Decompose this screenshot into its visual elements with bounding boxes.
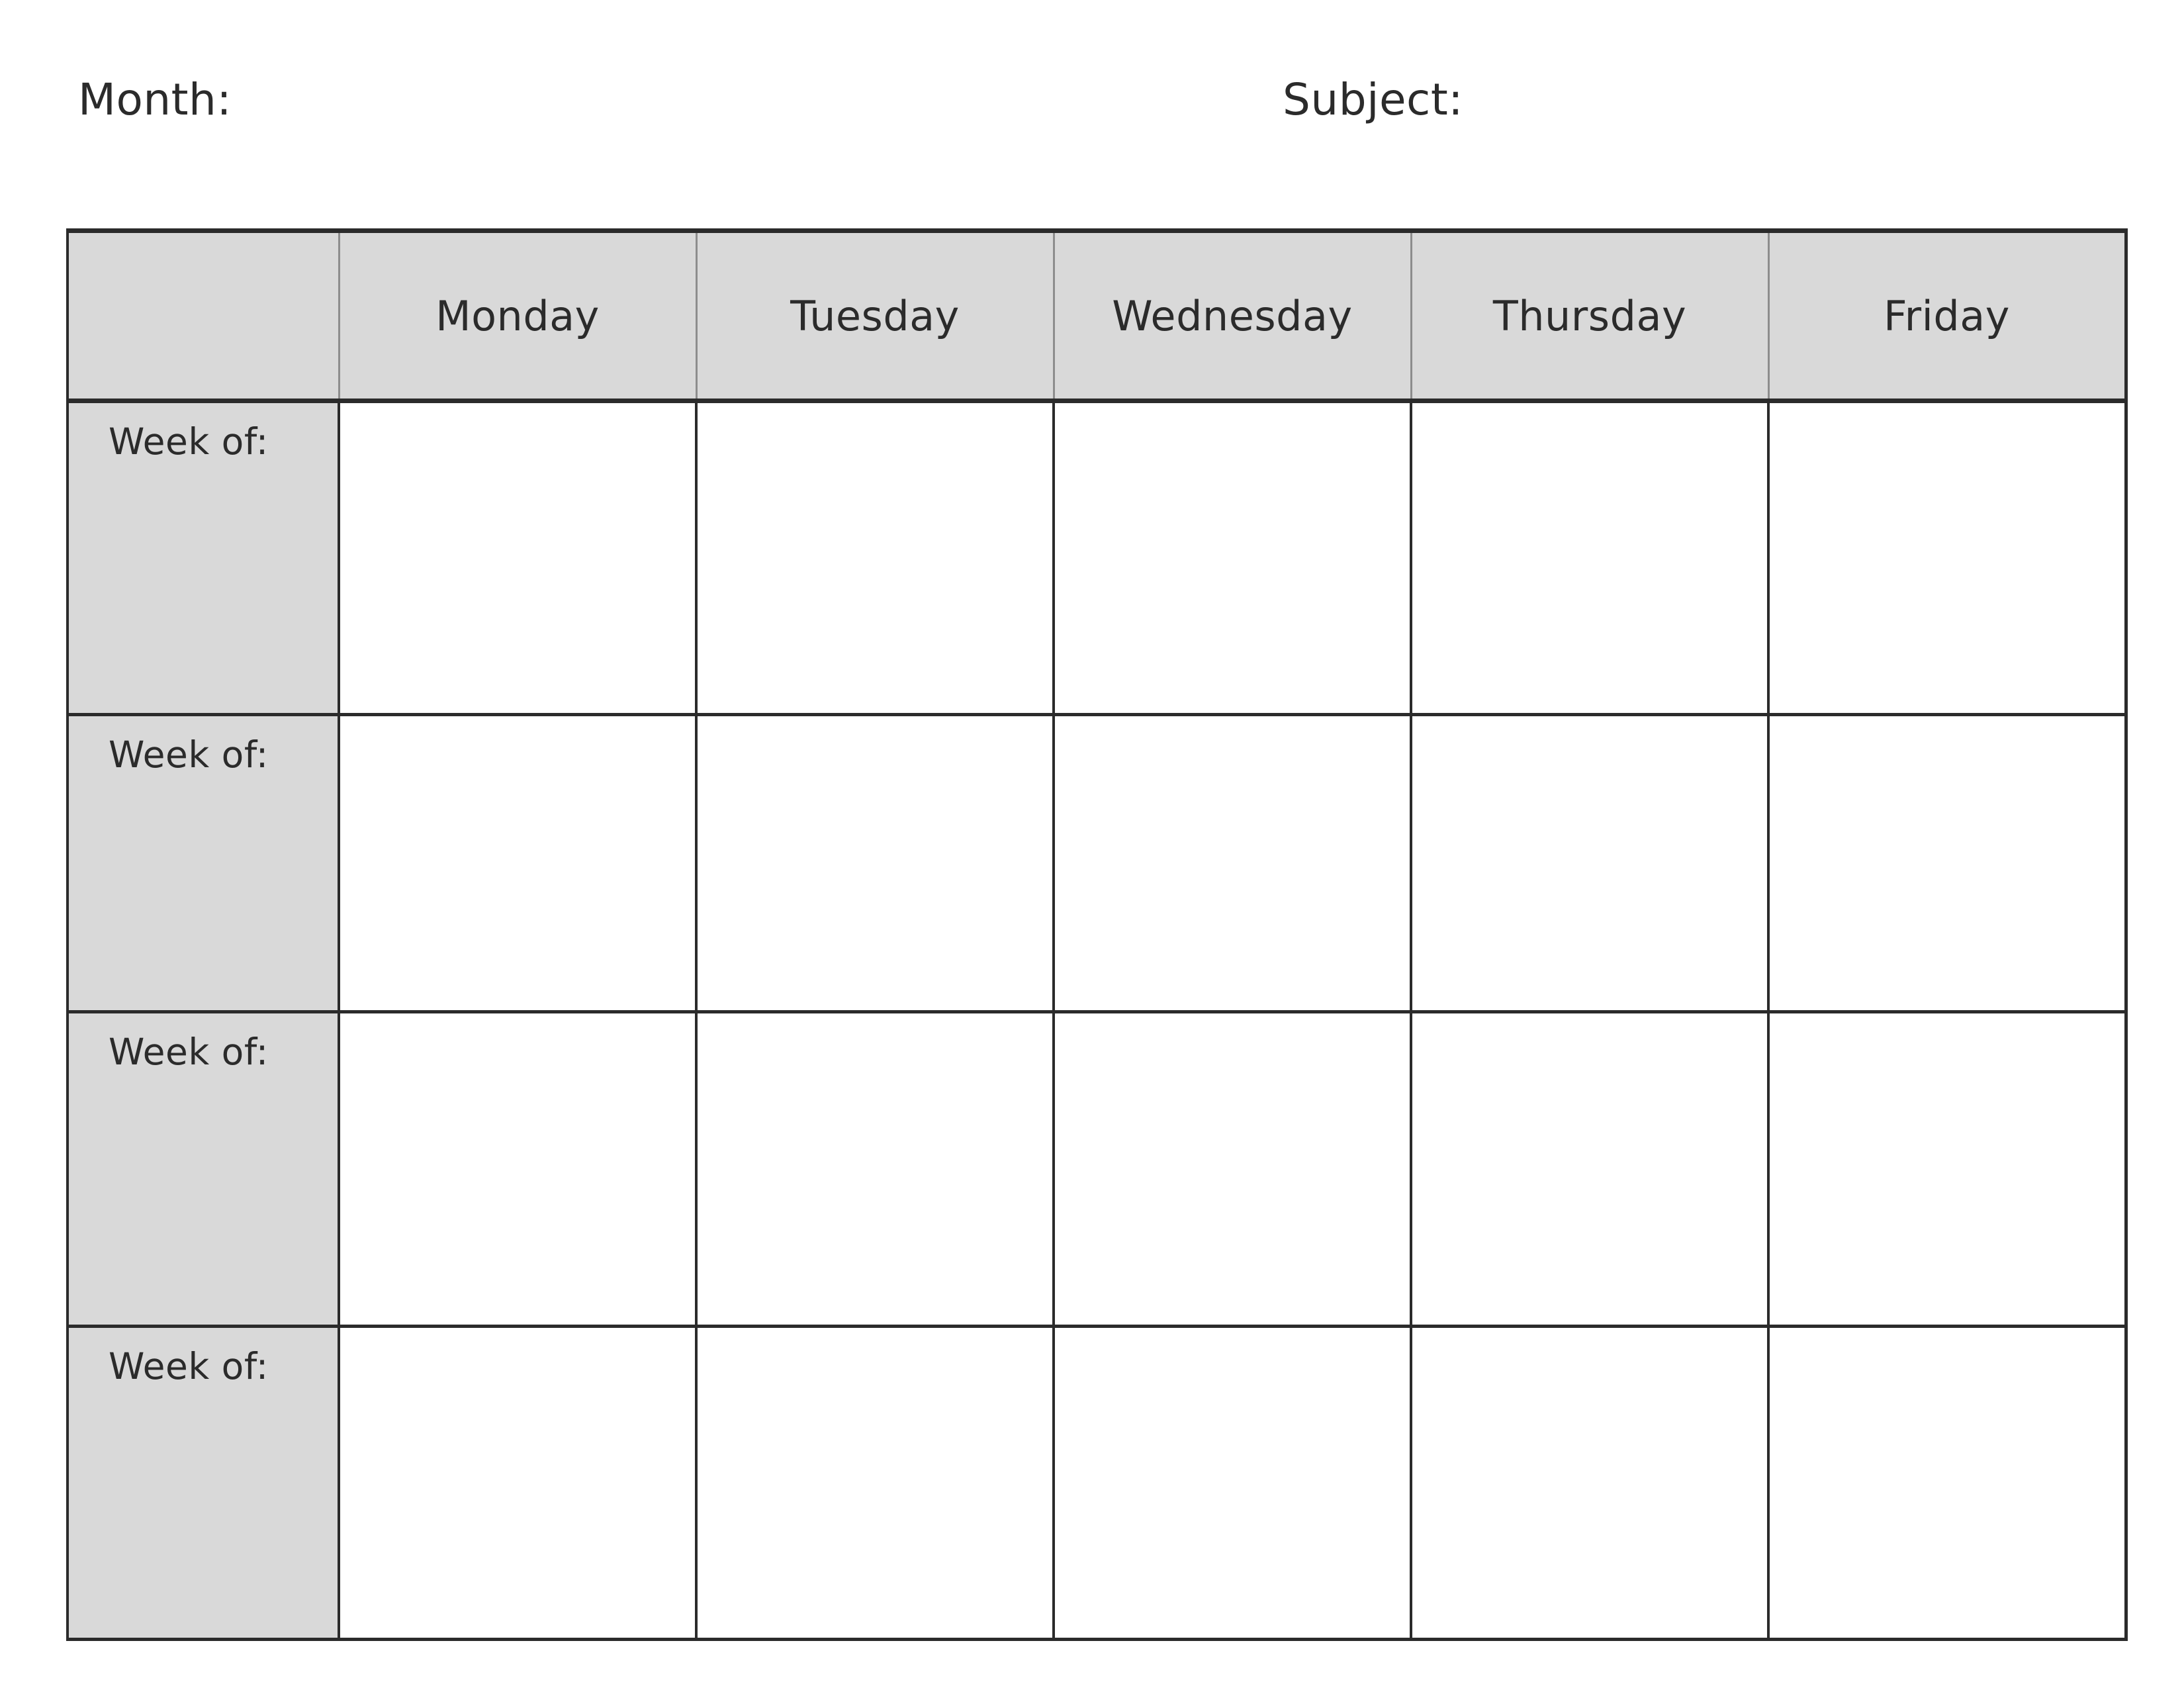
week-of-label: Week of:: [109, 1031, 269, 1073]
planner-cell-week4-wednesday[interactable]: [1052, 1326, 1411, 1641]
week-of-label: Week of:: [109, 733, 269, 776]
week-of-label: Week of:: [109, 1345, 269, 1387]
planner-cell-week1-tuesday[interactable]: [695, 400, 1054, 716]
planner-cell-week3-tuesday[interactable]: [695, 1011, 1054, 1328]
column-header-friday: Friday: [1767, 228, 2128, 403]
column-header-thursday: Thursday: [1410, 228, 1768, 403]
planner-cell-week2-friday[interactable]: [1767, 714, 2128, 1013]
planner-cell-week1-friday[interactable]: [1767, 400, 2128, 716]
week-of-label-cell-2[interactable]: Week of:: [66, 714, 340, 1013]
planner-cell-week1-monday[interactable]: [338, 400, 696, 716]
table-row: Week of:: [66, 1011, 2128, 1328]
column-header-monday: Monday: [338, 228, 696, 403]
planner-cell-week4-thursday[interactable]: [1410, 1326, 1768, 1641]
weekly-planner-table: Monday Tuesday Wednesday Thursday Friday: [66, 228, 2128, 1641]
subject-field-group: Subject: _______________________: [1283, 74, 2091, 125]
day-label-tuesday: Tuesday: [790, 291, 960, 340]
planner-cell-week4-monday[interactable]: [338, 1326, 696, 1641]
planner-cell-week4-tuesday[interactable]: [695, 1326, 1054, 1641]
table-row: Week of:: [66, 714, 2128, 1013]
column-header-wednesday: Wednesday: [1052, 228, 1411, 403]
planner-cell-week2-thursday[interactable]: [1410, 714, 1768, 1013]
day-label-thursday: Thursday: [1492, 291, 1687, 340]
planner-cell-week2-monday[interactable]: [338, 714, 696, 1013]
week-of-label-cell-3[interactable]: Week of:: [66, 1011, 340, 1328]
planner-cell-week1-wednesday[interactable]: [1052, 400, 1411, 716]
planner-cell-week2-wednesday[interactable]: [1052, 714, 1411, 1013]
header-corner-cell: [66, 228, 340, 403]
planner-cell-week3-wednesday[interactable]: [1052, 1011, 1411, 1328]
planner-cell-week1-thursday[interactable]: [1410, 400, 1768, 716]
month-field-group: Month: ________________________: [78, 74, 879, 125]
month-write-in-line[interactable]: ________________________: [244, 78, 879, 122]
week-of-label-cell-1[interactable]: Week of:: [66, 400, 340, 716]
planner-cell-week3-friday[interactable]: [1767, 1011, 2128, 1328]
planner-cell-week2-tuesday[interactable]: [695, 714, 1054, 1013]
column-header-tuesday: Tuesday: [695, 228, 1054, 403]
week-of-label-cell-4[interactable]: Week of:: [66, 1326, 340, 1641]
weekly-planner-page: Month: ________________________ Subject:…: [0, 0, 2184, 1688]
day-label-wednesday: Wednesday: [1112, 291, 1353, 340]
day-label-friday: Friday: [1884, 291, 2010, 340]
form-header: Month: ________________________ Subject:…: [0, 74, 2184, 167]
day-label-monday: Monday: [435, 291, 600, 340]
planner-cell-week3-thursday[interactable]: [1410, 1011, 1768, 1328]
subject-write-in-line[interactable]: _______________________: [1475, 78, 2091, 122]
table-row: Week of:: [66, 400, 2128, 716]
week-of-label: Week of:: [109, 420, 269, 463]
table-header-row: Monday Tuesday Wednesday Thursday Friday: [66, 228, 2128, 403]
subject-label: Subject:: [1283, 74, 1463, 125]
planner-cell-week3-monday[interactable]: [338, 1011, 696, 1328]
planner-cell-week4-friday[interactable]: [1767, 1326, 2128, 1641]
table-row: Week of:: [66, 1326, 2128, 1641]
month-label: Month:: [78, 74, 232, 125]
